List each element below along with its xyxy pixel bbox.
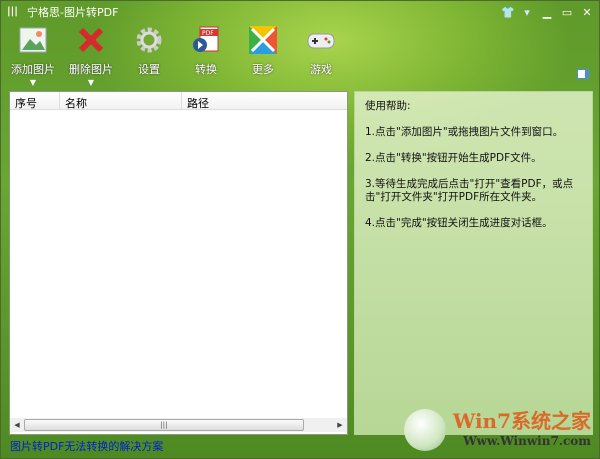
window-title: 宁格思-图片转PDF: [27, 6, 119, 19]
column-path[interactable]: 路径: [182, 92, 347, 110]
pdf-convert-icon: PDF: [191, 25, 221, 55]
help-step: 4.点击"完成"按钮关闭生成进度对话框。: [365, 217, 553, 229]
more-icon: [248, 25, 278, 55]
column-index[interactable]: 序号: [10, 92, 60, 110]
scroll-thumb[interactable]: |||: [24, 419, 304, 431]
scroll-right-icon[interactable]: ▶: [333, 421, 347, 429]
column-name[interactable]: 名称: [60, 92, 182, 110]
title-bar: ||| 宁格思-图片转PDF: [7, 4, 118, 20]
help-title: 使用帮助:: [365, 100, 411, 112]
solution-link[interactable]: 图片转PDF无法转换的解决方案: [10, 438, 163, 454]
gear-icon: [134, 25, 164, 55]
chevron-down-icon[interactable]: ▼: [5, 78, 61, 87]
help-step: 2.点击"转换"按钮开始生成PDF文件。: [365, 152, 542, 164]
add-image-icon: [18, 25, 48, 55]
delete-icon: [76, 25, 106, 55]
close-icon[interactable]: ✕: [581, 6, 593, 19]
menu-icon[interactable]: ▾: [521, 6, 533, 19]
skin-icon[interactable]: 👕: [501, 6, 515, 19]
help-panel: 使用帮助: 1.点击"添加图片"或拖拽图片文件到窗口。 2.点击"转换"按钮开始…: [354, 91, 593, 435]
svg-text:PDF: PDF: [202, 30, 214, 37]
watermark: Win7系统之家 Www.Winwin7.com: [452, 409, 591, 448]
app-window: ||| 宁格思-图片转PDF 👕 ▾ ▁ ▭ ✕ 添加图片 ▼ 删除图片 ▼ 设…: [0, 0, 600, 459]
delete-image-button[interactable]: 删除图片 ▼: [63, 25, 119, 87]
add-image-button[interactable]: 添加图片 ▼: [5, 25, 61, 87]
help-step: 3.等待生成完成后点击"打开"查看PDF，或点击"打开文件夹"打开PDF所在文件…: [365, 178, 574, 203]
scroll-left-icon[interactable]: ◀: [10, 421, 24, 429]
horizontal-scrollbar[interactable]: ◀ ||| ▶: [10, 418, 347, 432]
toggle-panel-icon[interactable]: [577, 69, 589, 79]
gamepad-icon: [306, 25, 336, 55]
maximize-icon[interactable]: ▭: [561, 6, 573, 19]
convert-button[interactable]: PDF 转换: [178, 25, 234, 77]
image-list[interactable]: 序号 名称 路径 ◀ ||| ▶: [9, 91, 348, 435]
more-button[interactable]: 更多: [235, 25, 291, 77]
help-step: 1.点击"添加图片"或拖拽图片文件到窗口。: [365, 126, 564, 138]
app-logo-icon: |||: [7, 6, 18, 17]
games-button[interactable]: 游戏: [293, 25, 349, 77]
minimize-icon[interactable]: ▁: [541, 6, 553, 19]
chevron-down-icon[interactable]: ▼: [63, 78, 119, 87]
settings-button[interactable]: 设置: [121, 25, 177, 77]
windows-logo-icon: [404, 409, 446, 451]
